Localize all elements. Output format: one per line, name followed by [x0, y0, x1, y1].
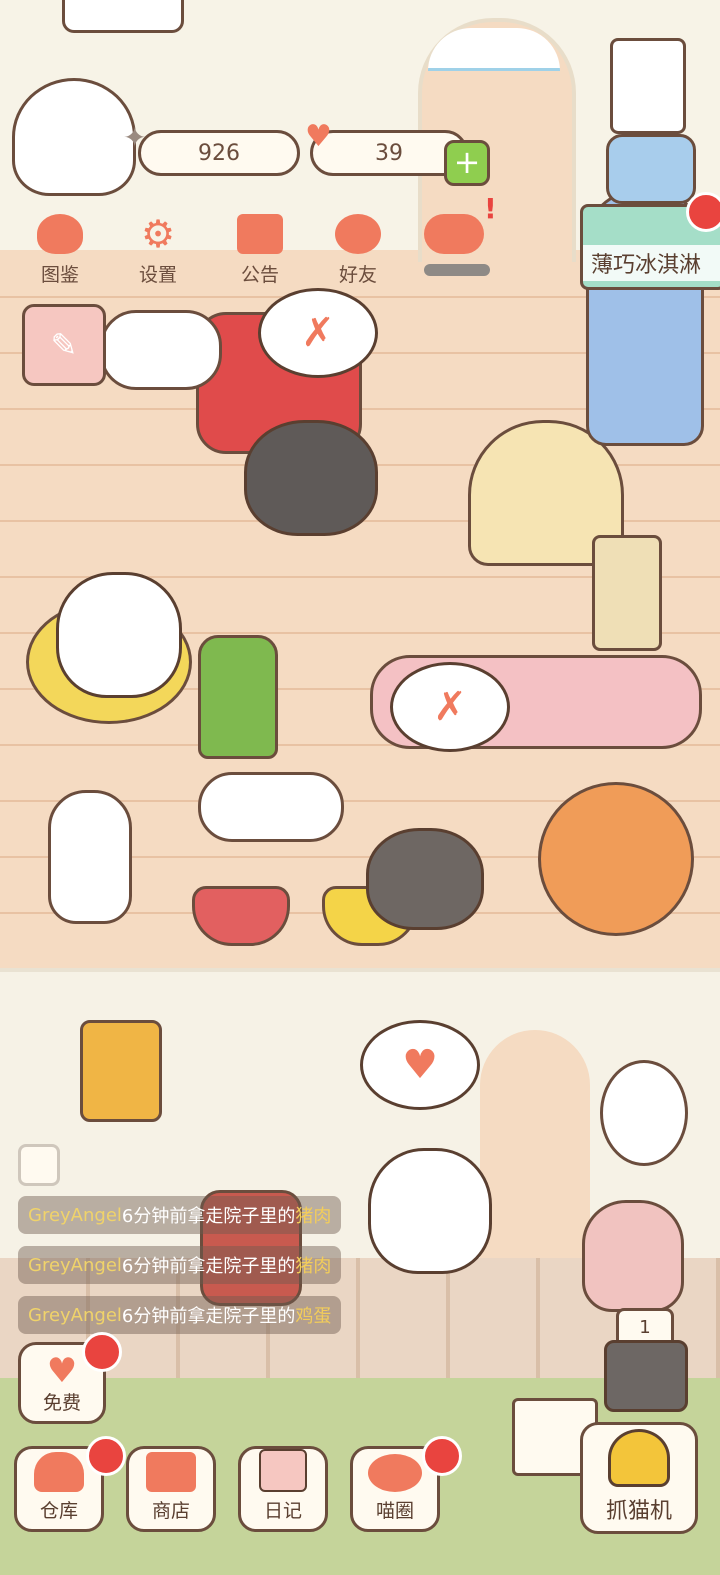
gear-icon: ⚙ [140, 212, 176, 256]
friends-icon [335, 214, 381, 254]
notebook-button[interactable]: ✎ [22, 304, 106, 386]
wall-scroll-decoration [610, 38, 686, 134]
hanging-cat-toy[interactable] [600, 1060, 688, 1166]
fork-knife-icon: ✗ [301, 310, 335, 356]
free-label: 免费 [42, 1392, 81, 1414]
orange-fruit-house[interactable] [538, 782, 694, 936]
warehouse-icon [34, 1452, 84, 1492]
feed-message: 6分钟前拿走院子里的 [121, 1306, 296, 1327]
feed-user: GreyAngel [28, 1254, 122, 1276]
nav-label: 商店 [151, 1500, 190, 1522]
nav-shop[interactable]: 商店 [126, 1446, 216, 1532]
cloud-lamp[interactable] [100, 310, 222, 390]
fish-currency-pill[interactable]: ✦ 926 [123, 121, 300, 176]
menu-label: 公告 [240, 264, 279, 286]
fish-icon: ✦ [123, 121, 147, 154]
feed-item: GreyAngel 6分钟前拿走院子里的 猪肉 [18, 1246, 342, 1284]
grey-cat-bottom[interactable] [366, 828, 484, 930]
fork-knife-icon: ✗ [433, 684, 467, 730]
feed-item-name: 鸡蛋 [295, 1306, 332, 1327]
menu-settings[interactable]: ⚙ 设置 [118, 214, 198, 287]
fish-count: 926 [198, 140, 240, 166]
gift-icon [237, 214, 283, 254]
food-request-bubble[interactable]: ✗ [258, 288, 378, 378]
nav-diary[interactable]: 日记 [238, 1446, 328, 1532]
food-request-bubble-2[interactable]: ✗ [390, 662, 510, 752]
bunny-plush[interactable] [48, 790, 132, 924]
free-badge [82, 1332, 122, 1372]
heart-icon: ♥ [305, 119, 332, 154]
heart-bubble[interactable]: ♥ [360, 1020, 480, 1110]
heart-count: 39 [375, 140, 403, 166]
nav-label: 喵圈 [375, 1500, 414, 1522]
shop-icon [146, 1452, 196, 1492]
nav-label: 日记 [263, 1500, 302, 1522]
diary-icon [259, 1449, 307, 1492]
feed-item-name: 猪肉 [295, 1256, 332, 1277]
scratching-post[interactable] [592, 535, 662, 651]
flower-scratch-post[interactable] [198, 635, 278, 759]
calico-cat[interactable] [56, 572, 182, 698]
cloud-cushion[interactable] [198, 772, 344, 842]
yard-arch [480, 1030, 590, 1258]
feed-item: GreyAngel 6分钟前拿走院子里的 鸡蛋 [18, 1296, 342, 1334]
feed-item: GreyAngel 6分钟前拿走院子里的 猪肉 [18, 1196, 342, 1234]
menu-label: 设置 [138, 264, 177, 286]
exclamation-icon: ! [484, 192, 497, 225]
player-avatar[interactable] [12, 78, 136, 196]
feed-item-name: 猪肉 [295, 1206, 332, 1227]
spotted-cat-yard[interactable] [368, 1148, 492, 1274]
menu-label: 图鉴 [40, 264, 79, 286]
menu-hearts-event[interactable]: ! [424, 192, 497, 276]
claw-machine-label: 抓猫机 [605, 1499, 672, 1524]
air-conditioner [62, 0, 184, 33]
event-banner-label: 薄巧冰淇淋 [583, 245, 720, 281]
warehouse-badge [86, 1436, 126, 1476]
heart-icon: ♥ [46, 1351, 78, 1391]
heart-icon: ♥ [402, 1042, 438, 1088]
cat-head-icon [37, 214, 83, 254]
progress-bar [424, 264, 490, 276]
feed-user: GreyAngel [28, 1204, 122, 1226]
planet-cat-icon [368, 1454, 422, 1492]
meow-circle-badge [422, 1436, 462, 1476]
feed-message: 6分钟前拿走院子里的 [121, 1256, 296, 1277]
mailbox[interactable] [80, 1020, 162, 1122]
add-heart-button[interactable]: + [444, 140, 490, 186]
pig-visitor[interactable] [582, 1200, 684, 1312]
double-heart-icon [424, 214, 484, 254]
feed-message: 6分钟前拿走院子里的 [121, 1206, 296, 1227]
elevator-buttons[interactable] [604, 1340, 688, 1412]
menu-friends[interactable]: 好友 [318, 214, 398, 287]
event-badge [686, 192, 720, 232]
door-curtain [428, 28, 560, 71]
claw-machine-button[interactable]: 抓猫机 [580, 1422, 698, 1534]
menu-label: 好友 [338, 264, 377, 286]
menu-announcement[interactable]: 公告 [220, 214, 300, 287]
water-dispenser[interactable] [606, 134, 696, 204]
pencil-icon: ✎ [50, 326, 78, 364]
claw-icon [608, 1429, 670, 1487]
nav-label: 仓库 [39, 1500, 78, 1522]
menu-encyclopedia[interactable]: 图鉴 [20, 214, 100, 287]
feed-user: GreyAngel [28, 1304, 122, 1326]
claw-count: 1 [639, 1317, 651, 1338]
chat-toggle-button[interactable] [18, 1144, 60, 1186]
grey-cat-top[interactable] [244, 420, 378, 536]
